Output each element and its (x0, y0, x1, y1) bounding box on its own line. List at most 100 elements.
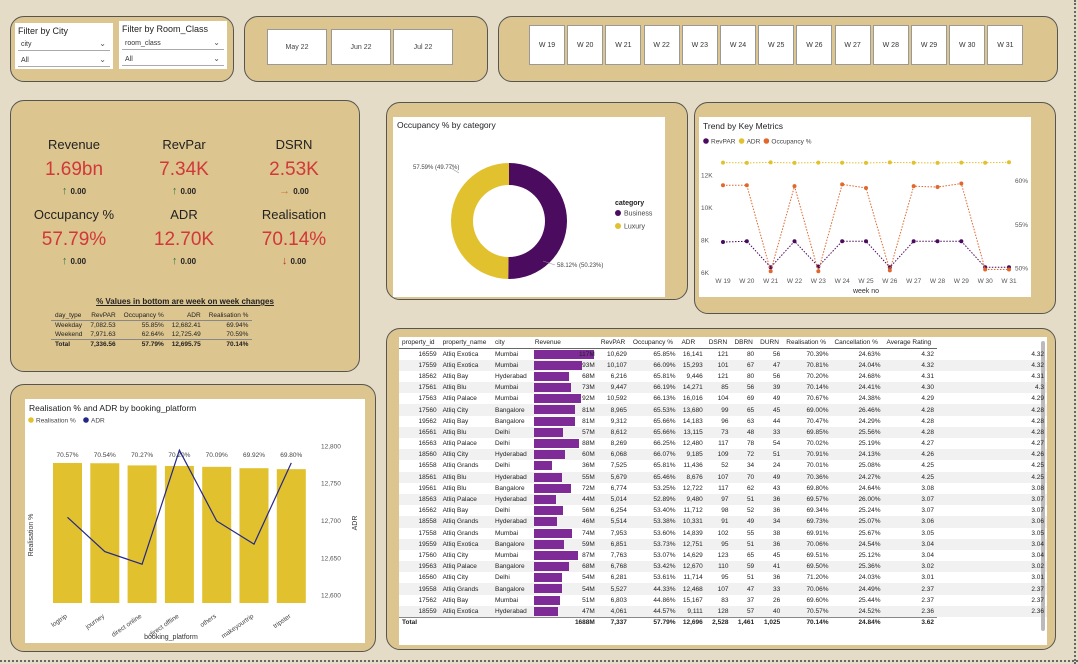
table-header-cancellation-[interactable]: Cancellation % (831, 337, 884, 349)
cell-revenue: 55M (531, 471, 598, 483)
revenue-value: 68M (582, 563, 595, 571)
table-row[interactable]: 16563 Atliq Palace Delhi 88M 8,269 66.25% 12,4… (399, 438, 1047, 449)
legend-dot-icon (763, 138, 770, 144)
trend-point (864, 185, 868, 190)
table-header-dsrn[interactable]: DSRN (705, 337, 732, 349)
cell-metric: 36 (757, 538, 784, 550)
trend-ytick-right: 60% (1015, 178, 1028, 185)
table-row[interactable]: 17560 Atliq City Mumbai 87M 7,763 53.07% 14,62… (399, 550, 1047, 561)
table-header-city[interactable]: city (491, 337, 532, 349)
month-button[interactable]: Jul 22 (393, 29, 453, 65)
week-button[interactable]: W 26 (796, 25, 833, 65)
table-header-average-rating[interactable]: Average Rating (883, 337, 937, 349)
week-button[interactable]: W 22 (643, 25, 680, 65)
table-row[interactable]: 19563 Atliq Palace Bangalore 68M 6,768 53.42%… (399, 561, 1047, 573)
table-row[interactable]: 16558 Atliq Grands Delhi 36M 7,525 65.81% 11,4… (399, 460, 1047, 471)
table-header-dbrn[interactable]: DBRN (731, 337, 758, 349)
cell-metric: 63 (746, 417, 755, 425)
city-field-dropdown[interactable]: city ⌄ (18, 39, 110, 51)
week-button[interactable]: W 28 (872, 25, 909, 65)
donut-card: Occupancy % by category 57.59% (49.77%) 5… (393, 117, 665, 297)
table-row[interactable]: 18561 Atliq Blu Hyderabad 55M 5,679 65.46% 8,6… (399, 471, 1047, 483)
table-row[interactable]: 16562 Atliq Bay Delhi 56M 6,254 53.40% 11,712 9… (399, 505, 1047, 516)
week-button[interactable]: W 19 (529, 25, 565, 65)
table-row[interactable]: 17561 Atliq Blu Mumbai 73M 9,447 66.19% 14,271… (399, 382, 1047, 394)
month-button[interactable]: Jun 22 (331, 29, 391, 65)
revenue-bar (533, 405, 576, 415)
total-cell: 1,025 (757, 616, 784, 629)
table-header-durn[interactable]: DURN (757, 337, 784, 349)
week-button[interactable]: W 31 (987, 25, 1024, 65)
cell-metric: 55 (746, 529, 755, 537)
trend-point (768, 269, 773, 274)
room-class-value-dropdown[interactable]: All ⌄ (122, 54, 224, 66)
cell-metric: 4,061 (597, 605, 630, 617)
week-button[interactable]: W 30 (949, 25, 986, 65)
table-header-occupancy-[interactable]: Occupancy % (629, 337, 679, 349)
cell-city: Bangalore (494, 484, 525, 492)
cell-city: Mumbai (491, 359, 532, 371)
cell-metric: 51 (757, 449, 784, 461)
cell-city: Delhi (491, 426, 532, 438)
cell-metric: 26.00% (831, 493, 884, 506)
trend-xtick: W 30 (978, 278, 994, 285)
cell-metric: 14,629 (682, 551, 703, 559)
table-row[interactable]: 19561 Atliq Blu Bangalore 72M 6,774 53.25% 12,… (399, 483, 1047, 494)
table-row[interactable]: 18560 Atliq City Hyderabad 60M 6,068 66.07% 9,… (399, 449, 1047, 461)
cell-metric: 70.91% (783, 449, 832, 461)
month-button[interactable]: May 22 (267, 29, 327, 65)
trend-xtick: W 23 (811, 278, 827, 285)
revenue-value: 74M (582, 529, 595, 537)
cell-metric: 48 (731, 426, 758, 438)
table-row[interactable]: 17560 Atliq City Bangalore 81M 8,965 65.53% 13… (399, 404, 1047, 416)
week-button[interactable]: W 23 (681, 25, 718, 65)
week-button[interactable]: W 24 (720, 25, 756, 65)
room-class-field-dropdown[interactable]: room_class ⌄ (122, 38, 224, 50)
week-button[interactable]: W 20 (567, 25, 604, 65)
table-header-realisation-[interactable]: Realisation % (783, 337, 832, 349)
table-row[interactable]: 17558 Atliq Grands Mumbai 74M 7,953 53.60% 14,… (399, 528, 1047, 539)
table-row[interactable]: 19559 Atliq Exotica Bangalore 59M 6,851 53.73… (399, 538, 1047, 550)
table-row[interactable]: 17559 Atliq Exotica Mumbai 93M 10,107 66.09% 1… (399, 359, 1047, 371)
cell-metric: 65.46% (629, 471, 679, 483)
table-header-revpar[interactable]: RevPAR (597, 337, 630, 349)
cell-property-id: 17562 (418, 596, 437, 604)
cell-property-name: Atliq Blu (442, 484, 467, 492)
city-value-dropdown[interactable]: All ⌄ (18, 55, 110, 67)
cell-average-rating: 4.26 (937, 449, 1047, 461)
wow-header: Realisation % (204, 311, 253, 321)
week-button[interactable]: W 25 (758, 25, 795, 65)
total-cell (439, 616, 492, 629)
trend-point (721, 160, 725, 165)
booking-xtick: direct online (111, 613, 144, 639)
cell-metric: 25.12% (858, 551, 881, 559)
table-row[interactable]: 19558 Atliq Grands Bangalore 54M 5,527 44.33%… (399, 583, 1047, 595)
cell-city: Bangalore (491, 561, 532, 573)
table-row[interactable]: 17562 Atliq Bay Mumbai 51M 6,803 44.86% 15,167… (399, 595, 1047, 606)
table-header-adr[interactable]: ADR (678, 337, 706, 349)
cell-metric: 10,331 (678, 516, 706, 528)
cell-metric: 4.28 (921, 417, 934, 425)
week-button[interactable]: W 21 (605, 25, 642, 65)
trend-point (864, 239, 868, 244)
table-row[interactable]: 18563 Atliq Palace Hyderabad 44M 5,014 52.89%… (399, 493, 1047, 506)
trend-ytick-left: 8K (701, 237, 710, 244)
table-header-property-name[interactable]: property_name (439, 337, 492, 349)
cell-average-rating: 3.02 (937, 561, 1047, 573)
table-header-property-id[interactable]: property_id (399, 337, 440, 349)
table-row[interactable]: 17563 Atliq Palace Mumbai 92M 10,592 66.13% 16… (399, 393, 1047, 404)
table-header-revenue[interactable]: Revenue (531, 337, 598, 349)
table-row[interactable]: 18558 Atliq Grands Hyderabad 46M 5,514 53.38%… (399, 516, 1047, 528)
table-row[interactable]: 16561 Atliq Blu Delhi 57M 8,612 65.66% 13,115 7… (399, 426, 1047, 438)
table-row[interactable]: 19562 Atliq Bay Bangalore 81M 9,312 65.66% 14,… (399, 416, 1047, 427)
table-row[interactable]: 18562 Atliq Bay Hyderabad 68M 6,216 65.81% 9,4… (399, 371, 1047, 382)
trend-point (983, 267, 988, 272)
trend-point (959, 160, 964, 165)
table-row[interactable]: 16559 Atliq Exotica Mumbai 117M 10,629 65.85%… (399, 349, 1047, 360)
cell-metric: 69.85% (783, 426, 832, 438)
table-row[interactable]: 16560 Atliq City Delhi 54M 6,281 53.61% 11,714… (399, 572, 1047, 583)
cell-metric: 2.36 (883, 605, 937, 617)
week-button[interactable]: W 27 (834, 25, 871, 65)
week-button[interactable]: W 29 (911, 25, 947, 65)
table-row[interactable]: 18559 Atliq Exotica Hyderabad 47M 4,061 44.57… (399, 605, 1047, 617)
